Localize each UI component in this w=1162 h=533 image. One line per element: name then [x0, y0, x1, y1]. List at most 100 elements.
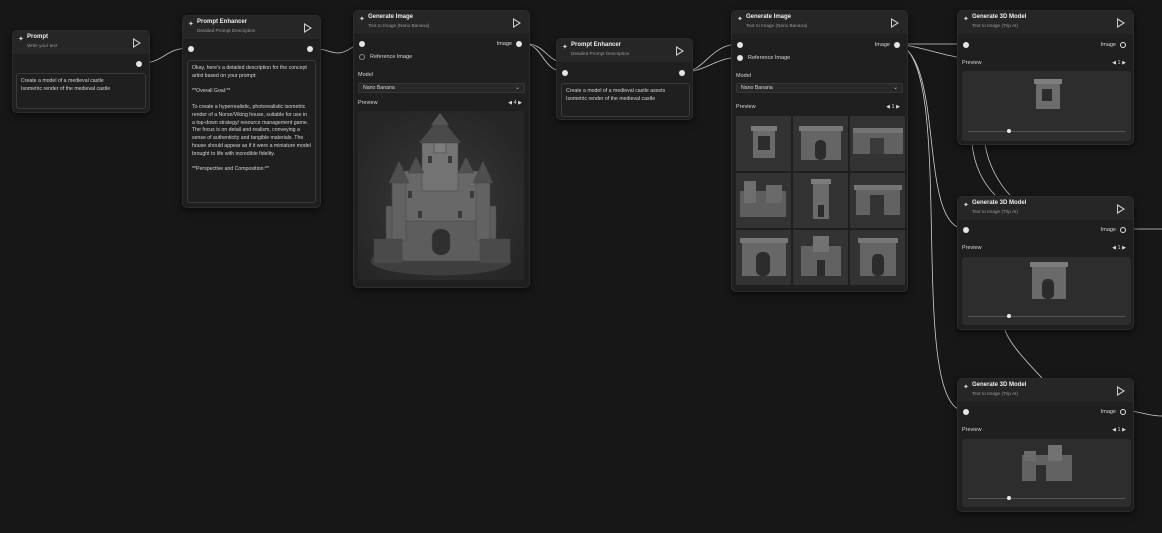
triangle-right-icon[interactable]: ▶	[1122, 427, 1126, 433]
node-subtitle: Text to Image (Trip AI)	[972, 391, 1018, 396]
grid-image[interactable]	[850, 173, 905, 228]
triangle-left-icon[interactable]: ◀	[1112, 427, 1116, 433]
castle-thumb	[740, 181, 786, 217]
image-output-port[interactable]	[894, 42, 900, 48]
reference-image-port[interactable]	[737, 55, 743, 61]
castle-thumb	[811, 179, 831, 219]
generate-image-node[interactable]: ✦ Generate Image Text to Image (Nano Ban…	[353, 10, 530, 288]
page-number: 1	[891, 104, 895, 110]
play-icon[interactable]	[1117, 204, 1125, 214]
preview-image[interactable]	[358, 111, 524, 280]
input-port[interactable]	[188, 46, 194, 52]
enhancer-node-header[interactable]: ✦ Prompt Enhancer Detailed Prompt Descri…	[557, 39, 692, 62]
prompt-node[interactable]: ✦ Prompt Write your text Create a model …	[12, 30, 150, 113]
model-select-value: Nano Banana	[363, 85, 395, 91]
generate-3d-model-node-2[interactable]: ✦ Generate 3D Model Text to Image (Trip …	[957, 196, 1134, 330]
output-port[interactable]	[136, 61, 142, 67]
node-subtitle: Text to Image (Nano Banana)	[746, 23, 808, 28]
generate-image-node-2[interactable]: ✦ Generate Image Text to Image (Nano Ban…	[731, 10, 908, 292]
wire-genimage2-to-3d3	[897, 43, 966, 412]
model-select[interactable]: Nano Banana ⌄	[358, 83, 525, 93]
play-icon[interactable]	[676, 46, 684, 56]
castle-image	[358, 111, 524, 280]
grid-image[interactable]	[793, 116, 848, 171]
input-port[interactable]	[562, 70, 568, 76]
triangle-left-icon[interactable]: ◀	[1112, 245, 1116, 251]
triangle-left-icon[interactable]: ◀	[1112, 60, 1116, 66]
model-preview[interactable]	[962, 257, 1131, 325]
input-port[interactable]	[963, 409, 969, 415]
sparkle-icon: ✦	[188, 21, 194, 28]
play-icon[interactable]	[1117, 18, 1125, 28]
triangle-right-icon[interactable]: ▶	[896, 104, 900, 110]
generate-image-header[interactable]: ✦ Generate Image Text to Image (Nano Ban…	[732, 11, 907, 34]
image-output-label: Image	[496, 41, 512, 47]
prompt-node-header[interactable]: ✦ Prompt Write your text	[13, 31, 149, 54]
image-output-port[interactable]	[516, 41, 522, 47]
sparkle-icon: ✦	[737, 16, 743, 23]
generate-3d-model-node-3[interactable]: ✦ Generate 3D Model Text to Image (Trip …	[957, 378, 1134, 512]
node-title: Generate 3D Model	[972, 14, 1027, 20]
generate-3d-header[interactable]: ✦ Generate 3D Model Text to Image (Trip …	[958, 197, 1133, 220]
input-port[interactable]	[963, 42, 969, 48]
grid-image[interactable]	[850, 230, 905, 285]
input-port[interactable]	[359, 41, 365, 47]
play-icon[interactable]	[891, 18, 899, 28]
enhancer-node-header[interactable]: ✦ Prompt Enhancer Detailed Prompt Descri…	[183, 16, 320, 39]
prompt-enhancer-node-2[interactable]: ✦ Prompt Enhancer Detailed Prompt Descri…	[556, 38, 693, 120]
image-output-port[interactable]	[1120, 409, 1126, 415]
triangle-right-icon[interactable]: ▶	[1122, 245, 1126, 251]
rotation-slider-knob[interactable]	[1007, 129, 1011, 133]
grid-image[interactable]	[736, 230, 791, 285]
castle-thumb	[853, 128, 903, 154]
play-icon[interactable]	[133, 38, 141, 48]
generate-3d-header[interactable]: ✦ Generate 3D Model Text to Image (Trip …	[958, 379, 1133, 402]
play-icon[interactable]	[304, 23, 312, 33]
triangle-right-icon[interactable]: ▶	[1122, 60, 1126, 66]
output-port[interactable]	[307, 46, 313, 52]
castle-thumb	[799, 126, 843, 160]
grid-image[interactable]	[793, 230, 848, 285]
image-output-port[interactable]	[1120, 42, 1126, 48]
grid-image[interactable]	[736, 173, 791, 228]
chevron-down-icon: ⌄	[892, 85, 898, 91]
grid-image[interactable]	[736, 116, 791, 171]
model-preview[interactable]	[962, 71, 1131, 141]
sparkle-icon: ✦	[963, 202, 969, 209]
triangle-left-icon[interactable]: ◀	[508, 100, 512, 106]
input-port[interactable]	[963, 227, 969, 233]
rotation-slider-knob[interactable]	[1007, 314, 1011, 318]
enhanced-prompt-text[interactable]: Create a model of a medieval castle asse…	[561, 83, 690, 117]
rotation-slider-track[interactable]	[968, 131, 1125, 132]
model-select-value: Nano Banana	[741, 85, 773, 91]
triangle-left-icon[interactable]: ◀	[886, 104, 890, 110]
image-output-port[interactable]	[1120, 227, 1126, 233]
input-port[interactable]	[737, 42, 743, 48]
page-number: 4	[513, 100, 517, 106]
generate-3d-model-node[interactable]: ✦ Generate 3D Model Text to Image (Trip …	[957, 10, 1134, 145]
model-select[interactable]: Nano Banana ⌄	[736, 83, 903, 93]
model-preview[interactable]	[962, 439, 1131, 507]
grid-image[interactable]	[793, 173, 848, 228]
prompt-enhancer-node[interactable]: ✦ Prompt Enhancer Detailed Prompt Descri…	[182, 15, 321, 208]
play-icon[interactable]	[513, 18, 521, 28]
node-title: Generate 3D Model	[972, 200, 1027, 206]
castle-thumb	[858, 238, 898, 276]
reference-image-radio[interactable]	[359, 54, 365, 60]
model-label: Model	[358, 72, 373, 78]
generate-image-header[interactable]: ✦ Generate Image Text to Image (Nano Ban…	[354, 11, 529, 34]
enhanced-prompt-text[interactable]: Okay, here's a detailed description for …	[187, 60, 316, 203]
prompt-text-input[interactable]: Create a model of a medieval castle Isom…	[16, 73, 146, 109]
grid-image[interactable]	[850, 116, 905, 171]
node-subtitle: Text to Image (Trip AI)	[972, 209, 1018, 214]
output-port[interactable]	[679, 70, 685, 76]
reference-image-label: Reference Image	[748, 55, 791, 61]
play-icon[interactable]	[1117, 386, 1125, 396]
triangle-right-icon[interactable]: ▶	[518, 100, 522, 106]
rotation-slider-knob[interactable]	[1007, 496, 1011, 500]
rotation-slider-track[interactable]	[968, 316, 1125, 317]
rotation-slider-track[interactable]	[968, 498, 1125, 499]
generate-3d-header[interactable]: ✦ Generate 3D Model Text to Image (Trip …	[958, 11, 1133, 34]
page-number: 1	[1117, 427, 1121, 433]
preview-pager: ◀ 4 ▶	[508, 100, 522, 106]
